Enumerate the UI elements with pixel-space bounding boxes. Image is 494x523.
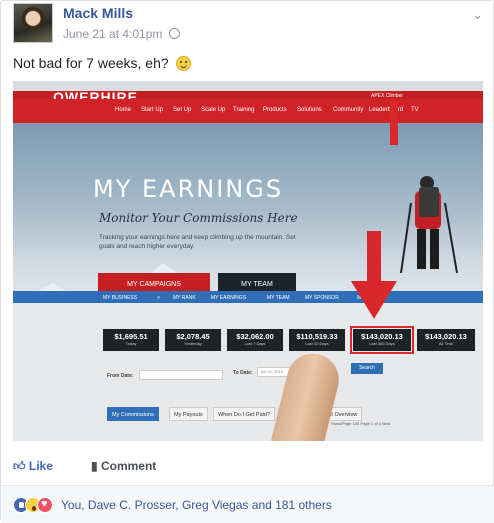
hero-description: Tracking your earnings here and keep cli… xyxy=(99,234,296,250)
nav-start-up: Start Up xyxy=(141,107,164,113)
subnav-my-team: MY TEAM xyxy=(267,295,290,301)
red-arrow-up-icon xyxy=(390,101,398,145)
stat-all-time: $143,020.13 All Time xyxy=(417,329,475,351)
subnav-my-rank: MY RANK xyxy=(173,295,196,301)
reactions-bar: You, Dave C. Prosser, Greg Viegas and 18… xyxy=(1,486,494,523)
nav-set-up: Set Up xyxy=(173,107,192,113)
stat-label: Last 30 Days xyxy=(305,341,329,346)
hero-title: MY EARNINGS xyxy=(93,175,284,203)
avatar[interactable] xyxy=(13,3,53,43)
red-arrow-down-icon xyxy=(351,231,397,319)
tab-when-do-i-get-paid: When Do I Get Paid? xyxy=(213,407,275,421)
post-message: Not bad for 7 weeks, eh? xyxy=(13,55,169,71)
stat-value: $143,020.13 xyxy=(425,332,467,341)
smiley-icon xyxy=(175,56,191,71)
post-text: Not bad for 7 weeks, eh? xyxy=(13,55,191,71)
stat-label: Last 7 Days xyxy=(244,341,266,346)
tab-my-commissions: My Commissions xyxy=(107,407,159,421)
pagination: Rows/Page 100 Page 1 of 6 Next xyxy=(331,421,390,426)
page-of: of 6 xyxy=(374,421,381,426)
facebook-post: Mack Mills June 21 at 4:01pm ⌄ Not bad f… xyxy=(0,0,494,523)
stat-last-7-days: $32,062.00 Last 7 Days xyxy=(227,329,283,351)
stat-label: All Time xyxy=(438,341,454,346)
next-label: Next xyxy=(382,421,391,426)
post-photo[interactable]: OWERHIRE APEX Climber Home Start Up Set … xyxy=(13,81,483,441)
like-button[interactable]: 👍︎ Like xyxy=(13,459,53,474)
nav-products: Products xyxy=(263,107,287,113)
to-date-label: To Date: xyxy=(233,370,253,376)
nav-scale-up: Scale Up xyxy=(201,107,226,113)
from-date-label: From Date: xyxy=(107,373,134,379)
subnav-separator: > xyxy=(157,295,160,301)
nav-tv: TV xyxy=(411,107,419,113)
love-reaction-icon[interactable] xyxy=(37,497,53,513)
like-label[interactable]: Like xyxy=(29,459,53,473)
author-name[interactable]: Mack Mills xyxy=(63,5,133,21)
post-actions: 👍︎ Like ▮ Comment xyxy=(13,453,483,481)
search-button: Search xyxy=(351,363,383,374)
stat-value: $2,078.45 xyxy=(176,332,210,341)
nav-community: Community xyxy=(333,107,364,113)
tab-my-payouts: My Payouts xyxy=(169,407,208,421)
comment-button[interactable]: ▮ Comment xyxy=(91,459,156,473)
post-timestamp[interactable]: June 21 at 4:01pm xyxy=(63,27,180,41)
globe-icon xyxy=(168,28,180,39)
post-header: Mack Mills June 21 at 4:01pm ⌄ xyxy=(13,3,483,47)
rows-value: 100 xyxy=(352,421,360,426)
subnav-my-earnings: MY EARNINGS xyxy=(211,295,246,301)
stat-value: $32,062.00 xyxy=(236,332,274,341)
nav-training: Training xyxy=(233,107,255,113)
comment-label[interactable]: Comment xyxy=(101,459,156,473)
from-date-input xyxy=(139,370,223,380)
stat-label: Last 365 Days xyxy=(369,341,395,346)
thumbs-up-icon: 👍︎ xyxy=(13,459,26,473)
subnav-my-business: MY BUSINESS xyxy=(103,295,138,301)
stat-value: $143,020.13 xyxy=(361,332,403,341)
stat-last-365-days: $143,020.13 Last 365 Days xyxy=(350,326,414,354)
stat-today: $1,695.51 Today xyxy=(103,329,159,351)
page-value: 1 xyxy=(370,421,374,426)
hero-subtitle: Monitor Your Commissions Here xyxy=(99,211,298,225)
stat-label: Yesterday xyxy=(184,341,202,346)
stat-yesterday: $2,078.45 Yesterday xyxy=(165,329,221,351)
timestamp-text[interactable]: June 21 at 4:01pm xyxy=(63,27,162,41)
subnav-my-sponsor: MY SPONSOR xyxy=(305,295,339,301)
stat-value: $1,695.51 xyxy=(114,332,148,341)
stat-label: Today xyxy=(125,341,137,346)
stat-last-30-days: $110,519.33 Last 30 Days xyxy=(289,329,345,351)
rows-label: Rows/Page xyxy=(331,421,352,426)
comment-icon: ▮ xyxy=(91,459,98,473)
stat-value: $110,519.33 xyxy=(296,332,338,341)
nav-home: Home xyxy=(115,107,132,113)
chevron-down-icon[interactable]: ⌄ xyxy=(472,7,483,23)
nav-solutions: Solutions xyxy=(297,107,322,113)
page-label: Page xyxy=(360,421,370,426)
reactions-summary[interactable]: You, Dave C. Prosser, Greg Viegas and 18… xyxy=(61,498,332,512)
